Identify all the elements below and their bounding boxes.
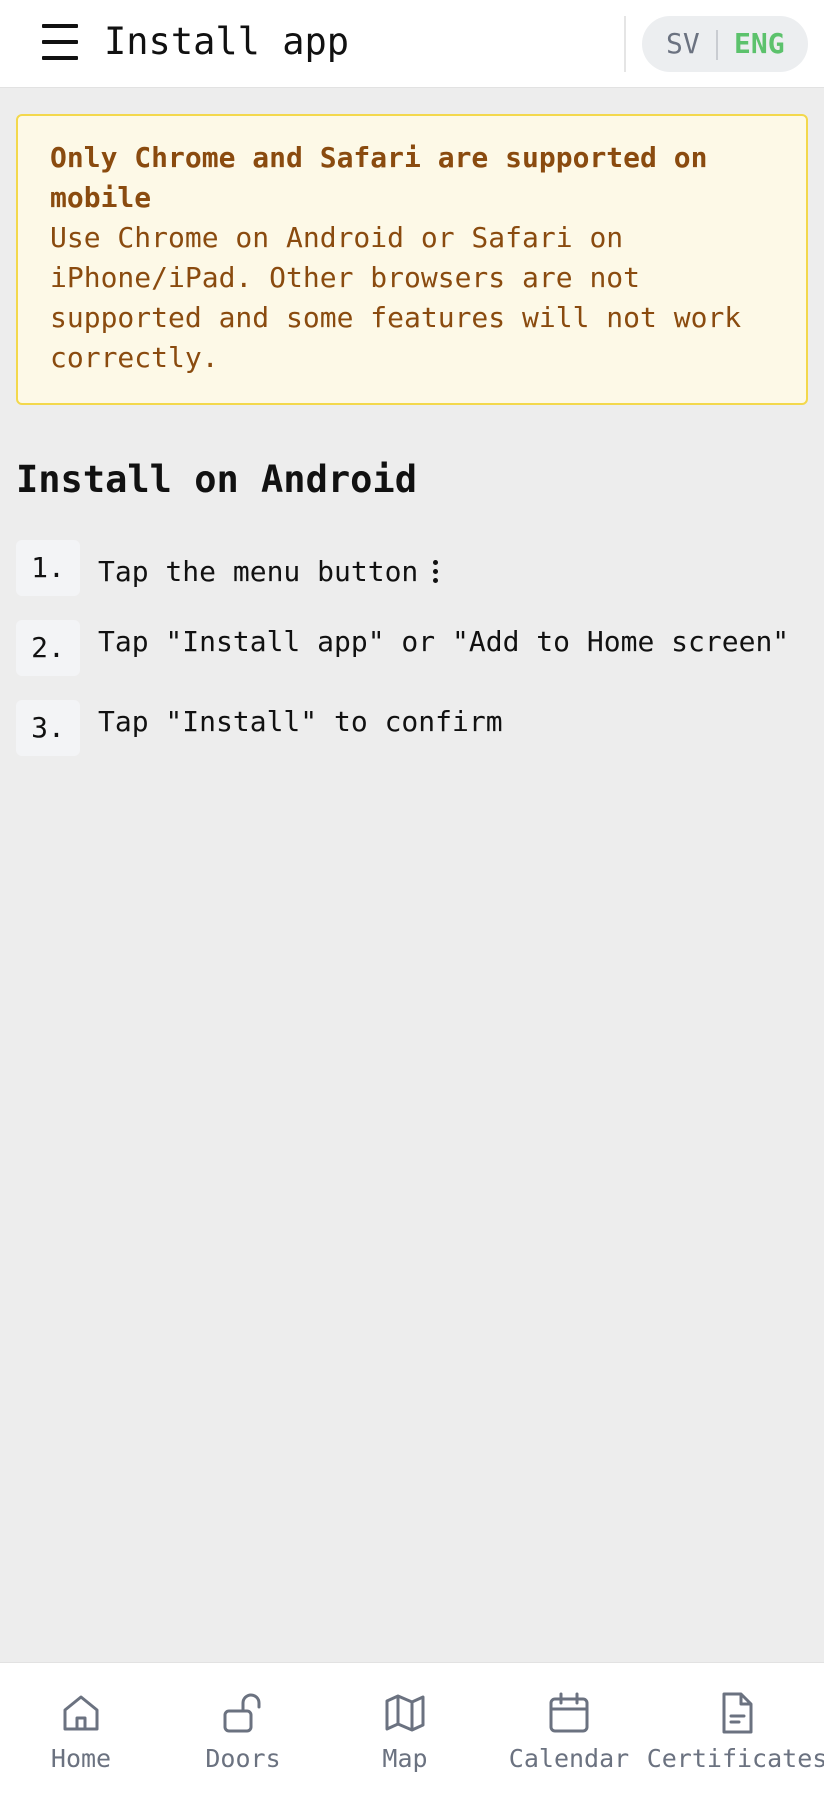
document-icon <box>722 1692 753 1734</box>
calendar-icon <box>549 1692 589 1733</box>
lang-separator <box>716 30 718 60</box>
nav-label: Map <box>382 1744 428 1773</box>
step-text: Tap "Install app" or "Add to Home screen… <box>98 625 790 658</box>
android-section-title: Install on Android <box>16 458 417 501</box>
nav-calendar[interactable]: Calendar <box>509 1663 629 1800</box>
language-switch[interactable]: SV ENG <box>642 16 808 72</box>
nav-home[interactable]: Home <box>31 1663 131 1800</box>
step-text: Tap "Install" to confirm <box>98 705 503 738</box>
nav-label: Calendar <box>508 1744 630 1773</box>
map-icon <box>385 1694 425 1732</box>
page-title: Install app <box>104 20 350 63</box>
step-text: Tap the menu button <box>98 555 419 588</box>
step-text-wrap: Tap the menu button <box>98 552 442 592</box>
top-bar: Install app SV ENG <box>0 0 824 88</box>
step-number: 2. <box>16 620 80 676</box>
kebab-menu-icon <box>428 559 442 585</box>
step-number: 3. <box>16 700 80 756</box>
warning-body-line-2: iPhone/iPad. Other browsers are not <box>50 261 641 294</box>
warning-title-line-2: mobile <box>50 181 152 214</box>
step-number: 1. <box>16 540 80 596</box>
home-icon <box>63 1695 99 1731</box>
hamburger-menu-icon[interactable] <box>40 22 80 62</box>
nav-label: Doors <box>205 1744 281 1773</box>
browser-warning: Only Chrome and Safari are supported on … <box>16 114 808 405</box>
lang-sv-option[interactable]: SV <box>666 26 700 62</box>
warning-title-line-1: Only Chrome and Safari are supported on <box>50 141 708 174</box>
nav-map[interactable]: Map <box>355 1663 455 1800</box>
nav-doors[interactable]: Doors <box>193 1663 293 1800</box>
install-app-page: Install app SV ENG Only Chrome and Safar… <box>0 0 824 1800</box>
lang-eng-option[interactable]: ENG <box>734 26 785 62</box>
unlock-icon <box>223 1693 261 1733</box>
nav-label: Certificates <box>646 1744 824 1773</box>
bottom-navigation: Home Doors Map Calendar Certificates <box>0 1662 824 1800</box>
nav-certificates[interactable]: Certificates <box>646 1663 824 1800</box>
warning-body-line-4: correctly. <box>50 341 219 374</box>
nav-label: Home <box>50 1744 112 1773</box>
warning-body-line-3: supported and some features will not wor… <box>50 301 742 334</box>
warning-body-line-1: Use Chrome on Android or Safari on <box>50 221 624 254</box>
header-divider <box>624 16 626 72</box>
